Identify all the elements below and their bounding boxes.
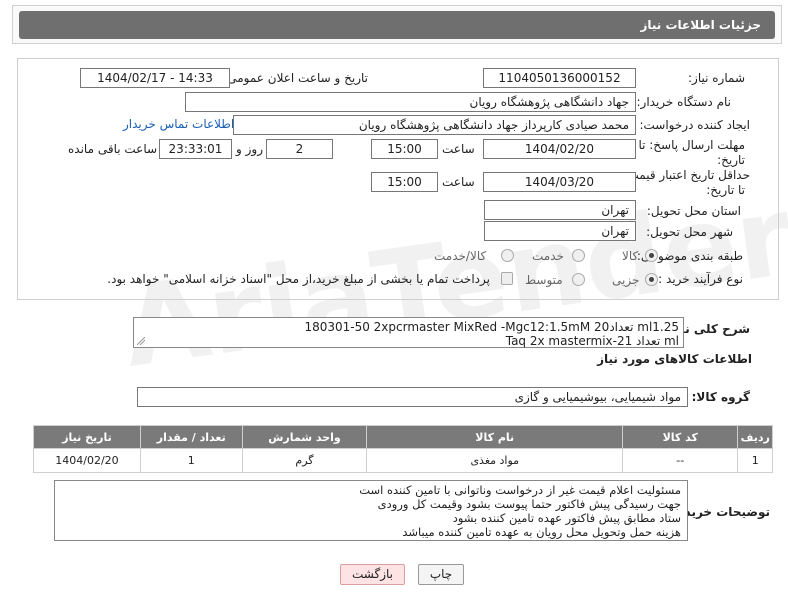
cell-unit: گرم [241,448,368,473]
requester-field: محمد صیادی کارپرداز جهاد دانشگاهی پژوهشگ… [233,115,636,135]
remaining-label: ساعت باقی مانده [68,142,158,156]
page-header: جزئیات اطلاعات نیاز [12,5,782,44]
col-unit: واحد شمارش [241,425,368,449]
deadline-label: مهلت ارسال پاسخ: تا [638,138,745,152]
payment-note: پرداخت تمام یا بخشی از مبلغ خرید،از محل … [107,272,490,286]
back-button[interactable]: بازگشت [340,564,405,585]
print-button[interactable]: چاپ [418,564,464,585]
city-field: تهران [484,221,636,241]
table-row: 1 -- مواد مغذی گرم 1 1404/02/20 [33,448,773,473]
buyer-contact-link[interactable]: اطلاعات تماس خریدار [123,117,234,131]
remaining-time-field: 23:33:01 [159,139,232,159]
col-code: کد کالا [622,425,739,449]
remaining-days-field: 2 [266,139,333,159]
col-index: ردیف [737,425,773,449]
cell-index: 1 [737,448,773,473]
header-bar: جزئیات اطلاعات نیاز [19,11,775,39]
deadline-time-field: 15:00 [371,139,438,159]
deadline-time-label: ساعت [442,142,475,156]
resize-grip-icon[interactable] [137,337,145,345]
buyer-org-field: جهاد دانشگاهی پژوهشگاه رویان [185,92,636,112]
goods-group-label: گروه کالا: [691,390,750,404]
page-title: جزئیات اطلاعات نیاز [640,18,761,32]
buyer-note-line: جهت رسیدگی پیش فاکتور حتما پیوست بشود وق… [377,497,681,511]
need-number-label: شماره نیاز: [688,71,745,85]
process-option-minor: جزیی [612,273,640,287]
requester-label: ایجاد کننده درخواست: [639,118,750,132]
process-label: نوع فرآیند خرید : [658,272,743,286]
deadline-date-field: 1404/02/20 [483,139,636,159]
category-option-goods: کالا [622,249,639,263]
goods-section-title: اطلاعات کالاهای مورد نیاز [597,352,752,366]
announce-date-label: تاریخ و ساعت اعلان عمومی: [223,71,368,85]
description-line-2: Taq 2x mastermix-2تعداد 1 ml [505,334,679,348]
cell-date: 1404/02/20 [33,448,141,473]
buyer-note-line: هزینه حمل وتحویل محل رویان به عهده تامین… [402,525,681,539]
goods-table-header: ردیف کد کالا نام کالا واحد شمارش تعداد /… [33,425,773,449]
need-number-field: 1104050136000152 [483,68,636,88]
buyer-org-label: نام دستگاه خریدار: [636,95,732,109]
process-radio-minor[interactable] [645,273,658,286]
cell-code: -- [622,448,739,473]
cell-name: مواد مغذی [366,448,624,473]
buyer-notes-box: مسئولیت اعلام قیمت غیر از درخواست وناتوا… [54,480,688,541]
goods-table: ردیف کد کالا نام کالا واحد شمارش تعداد /… [33,425,773,473]
category-option-service: خدمت [532,249,564,263]
category-radio-service[interactable] [572,249,585,262]
city-label: شهر محل تحویل: [646,225,733,239]
days-label: روز و [236,142,263,156]
cell-qty: 1 [139,448,243,473]
province-label: استان محل تحویل: [646,204,741,218]
buyer-note-line: مسئولیت اعلام قیمت غیر از درخواست وناتوا… [359,483,681,497]
col-date: تاریخ نیاز [33,425,141,449]
province-field: تهران [484,200,636,220]
category-option-both: کالا/خدمت [434,249,487,263]
category-radio-goods[interactable] [645,249,658,262]
validity-date-field: 1404/03/20 [483,172,636,192]
col-qty: تعداد / مقدار [139,425,243,449]
treasury-payment-checkbox[interactable] [501,272,513,285]
col-name: نام کالا [366,425,624,449]
process-option-medium: متوسط [525,273,563,287]
description-line-1: 180301-50 2xpcrmaster MixRed -Mgc12:1.5m… [304,320,679,334]
deadline-label-date: تاریخ: [717,153,745,167]
process-radio-medium[interactable] [572,273,585,286]
description-box: 180301-50 2xpcrmaster MixRed -Mgc12:1.5m… [133,317,684,348]
announce-date-field: 1404/02/17 - 14:33 [80,68,230,88]
goods-group-field: مواد شیمیایی، بیوشیمیایی و گازی [137,387,688,407]
buyer-note-line: ستاد مطابق پیش فاکتور عهده تامین کننده ب… [452,511,681,525]
validity-time-field: 15:00 [371,172,438,192]
category-radio-both[interactable] [501,249,514,262]
validity-label-date: تا تاریخ: [706,183,745,197]
validity-time-label: ساعت [442,175,475,189]
validity-label: حداقل تاریخ اعتبار قیمت: [623,168,750,182]
